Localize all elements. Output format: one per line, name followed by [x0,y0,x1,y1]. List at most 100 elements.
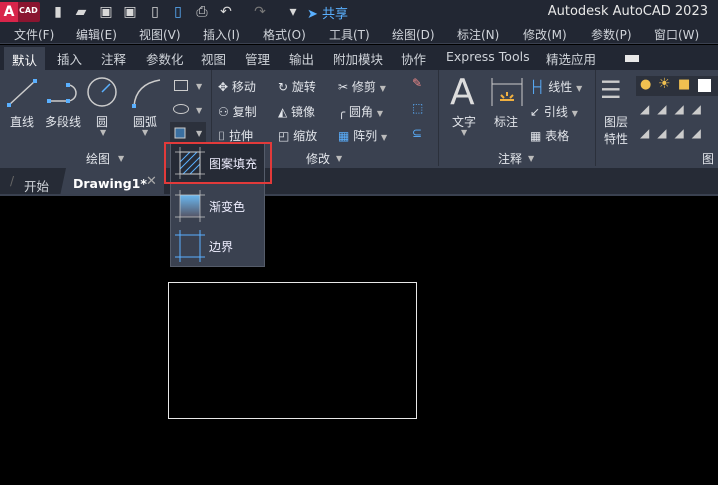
ellipse-icon[interactable] [173,104,189,114]
boundary-icon [175,230,205,262]
modify-panel-label[interactable]: 修改 [306,150,330,167]
menu-item-gradient[interactable]: 渐变色 [171,187,264,225]
save-as-icon[interactable]: ▣ [122,4,138,20]
color-swatch [698,79,711,92]
bulb-icon: ● [640,77,652,92]
tab-collaborate[interactable]: 协作 [399,49,428,68]
text-icon[interactable]: A [450,72,475,113]
menu-dimension[interactable]: 标注(N) [457,26,499,43]
rectangle-dropdown-icon[interactable]: ▼ [196,82,202,91]
hatch-icon[interactable] [172,125,188,141]
scale-button[interactable]: ◰ 缩放 [278,127,317,144]
explode-icon[interactable]: ⬚ [412,101,423,115]
tab-parametric[interactable]: 参数化 [144,49,186,68]
divider [438,70,439,166]
arc-icon[interactable] [130,78,164,108]
menu-format[interactable]: 格式(O) [263,26,306,43]
drawing-tab-label: Drawing1* [73,176,147,191]
move-button[interactable]: ✥ 移动 [218,78,256,95]
sun-icon: ☀ [658,76,671,92]
menu-window[interactable]: 窗口(W) [654,26,699,43]
app-logo[interactable]: A CAD [0,2,40,22]
layer-properties-icon[interactable]: ☰ [600,76,622,104]
menu-view[interactable]: 视图(V) [139,26,181,43]
share-label: 共享 [322,7,349,22]
boundary-label: 边界 [209,240,234,254]
array-button[interactable]: ▦ 阵列 ▼ [338,127,387,144]
dimension-icon[interactable] [490,76,524,108]
menu-tools[interactable]: 工具(T) [329,26,370,43]
customize-icon[interactable]: ▾ [285,4,301,20]
close-icon[interactable]: ✕ [146,174,157,189]
new-icon[interactable]: ▮ [50,4,66,20]
rotate-button[interactable]: ↻ 旋转 [278,78,316,95]
polyline-label[interactable]: 多段线 [45,113,81,130]
tab-express-tools[interactable]: Express Tools [444,49,532,64]
tab-default[interactable]: 默认 [4,47,46,70]
leader-button[interactable]: ↙ 引线 ▼ [530,103,578,120]
draw-panel-caret[interactable]: ▼ [118,154,124,163]
modify-panel-caret[interactable]: ▼ [336,154,342,163]
redo-icon[interactable]: ↷ [252,4,268,20]
copy-button[interactable]: ⚇ 复制 [218,103,257,120]
tab-start[interactable]: 开始 [24,176,49,195]
line-icon[interactable] [6,78,38,108]
text-dropdown-icon[interactable]: ▼ [461,128,467,137]
annotation-panel-label[interactable]: 注释 [498,150,522,167]
circle-dropdown-icon[interactable]: ▼ [100,128,106,137]
ribbon-minimize-button[interactable] [625,55,639,62]
highlight-box [164,142,272,184]
hatch-dropdown-icon[interactable]: ▼ [196,129,202,138]
document-tabs: / 开始 Drawing1* ✕ [0,168,718,196]
circle-icon[interactable] [86,76,118,108]
tab-featured-apps[interactable]: 精选应用 [544,49,598,68]
title-bar: A CAD ▮ ▰ ▣ ▣ ▯ ▯ ⎙ ↶ ↷ ▾ ➤ 共享 Autodesk A… [0,0,718,24]
fillet-button[interactable]: ╭ 圆角 ▼ [338,103,383,120]
layer-tools-icons[interactable]: ◢◢◢◢ [640,102,709,116]
open-icon[interactable]: ▰ [73,4,89,20]
menu-file[interactable]: 文件(F) [14,26,54,43]
save-web-icon[interactable]: ▯ [170,4,186,20]
share-button[interactable]: ➤ 共享 [307,3,348,22]
mirror-button[interactable]: ◭ 镜像 [278,103,315,120]
dimension-label[interactable]: 标注 [494,113,518,130]
polyline-icon[interactable] [46,82,80,104]
tab-output[interactable]: 输出 [287,49,316,68]
draw-panel-label[interactable]: 绘图 [86,150,110,167]
annotation-panel-caret[interactable]: ▼ [528,154,534,163]
menu-modify[interactable]: 修改(M) [523,26,567,43]
divider: / [10,174,15,188]
menu-draw[interactable]: 绘图(D) [392,26,435,43]
layer-properties-label-2[interactable]: 特性 [604,130,628,147]
layer-dropdown[interactable]: ● ☀ ■ [636,76,718,96]
tab-manage[interactable]: 管理 [243,49,272,68]
ribbon-tabs: 默认 插入 注释 参数化 视图 管理 输出 附加模块 协作 Express To… [0,45,718,70]
tab-insert[interactable]: 插入 [55,49,84,68]
divider [595,70,596,166]
linear-button[interactable]: ├┤ 线性 ▼ [530,78,582,95]
drawn-rectangle[interactable] [168,282,417,419]
print-icon[interactable]: ⎙ [194,4,210,20]
open-web-icon[interactable]: ▯ [147,4,163,20]
offset-icon[interactable]: ⊆ [412,126,422,140]
erase-icon[interactable]: ✎ [412,76,422,90]
ellipse-dropdown-icon[interactable]: ▼ [196,106,202,115]
undo-icon[interactable]: ↶ [218,4,234,20]
tab-annotate[interactable]: 注释 [99,49,128,68]
trim-button[interactable]: ✂ 修剪 ▼ [338,78,386,95]
menu-insert[interactable]: 插入(I) [203,26,240,43]
layer-properties-label-1[interactable]: 图层 [604,113,628,130]
line-label[interactable]: 直线 [10,113,34,130]
tab-view[interactable]: 视图 [199,49,228,68]
save-icon[interactable]: ▣ [98,4,114,20]
arc-dropdown-icon[interactable]: ▼ [142,128,148,137]
tab-addins[interactable]: 附加模块 [331,49,385,68]
menu-edit[interactable]: 编辑(E) [76,26,117,43]
table-button[interactable]: ▦ 表格 [530,127,569,144]
menu-parameter[interactable]: 参数(P) [591,26,632,43]
unlock-icon: ■ [678,77,691,92]
layer-tools-icons-2[interactable]: ◢◢◢◢ [640,126,709,140]
menu-item-boundary[interactable]: 边界 [171,227,264,265]
rectangle-icon[interactable] [174,80,188,91]
menu-bar: 文件(F) 编辑(E) 视图(V) 插入(I) 格式(O) 工具(T) 绘图(D… [0,24,718,44]
